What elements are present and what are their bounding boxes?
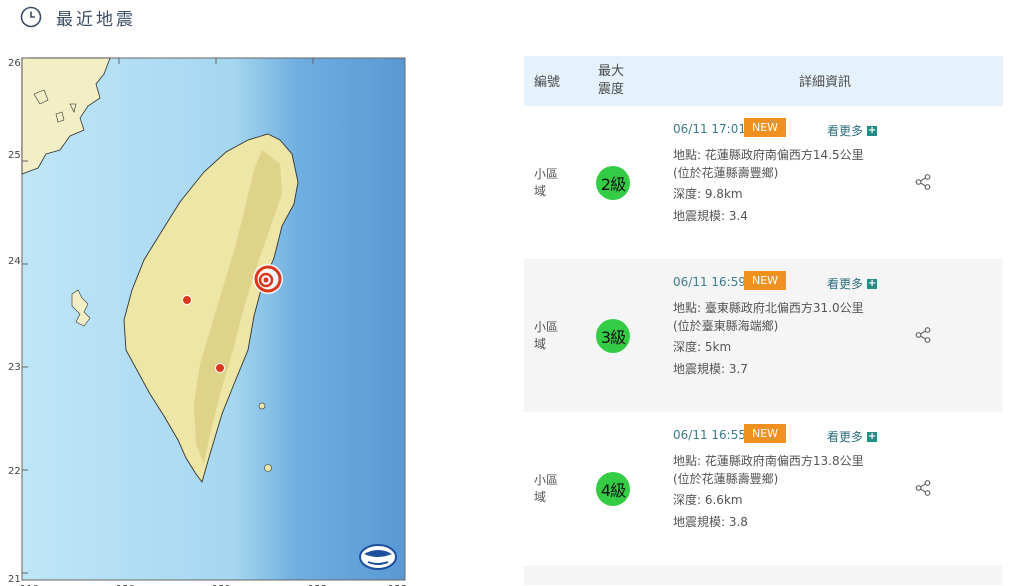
table-row-partial[interactable] xyxy=(524,565,1003,585)
lat-label: 23 xyxy=(8,362,21,373)
new-badge: NEW xyxy=(744,424,786,443)
page-title: 最近地震 xyxy=(56,9,136,30)
new-badge: NEW xyxy=(744,271,786,290)
magnitude: 地震規模: 3.8 xyxy=(673,514,748,529)
share-icon[interactable] xyxy=(914,326,932,344)
area-label: 小區域 xyxy=(534,473,559,504)
lat-label: 22 xyxy=(8,466,21,477)
plus-icon[interactable]: + xyxy=(867,431,878,442)
quake-detail: 地點: 花蓮縣政府南偏西方13.8公里 (位於花蓮縣壽豐鄉) 深度: 6.6km… xyxy=(673,453,873,531)
table-row[interactable]: 小區域 4級 06/11 16:55 NEW 看更多 + 地點: 花蓮縣政府南偏西… xyxy=(524,412,1003,565)
quake-time: 06/11 17:01 xyxy=(673,122,746,136)
area-label: 小區域 xyxy=(534,167,559,198)
plus-icon[interactable]: + xyxy=(867,125,878,136)
plus-icon[interactable]: + xyxy=(867,278,878,289)
more-link[interactable]: 看更多 + xyxy=(827,275,878,292)
quake-time: 06/11 16:55 xyxy=(673,428,746,442)
more-label[interactable]: 看更多 xyxy=(827,275,863,292)
location-sub: (位於花蓮縣壽豐鄉) xyxy=(673,165,779,180)
lat-label: 25 xyxy=(8,150,21,161)
magnitude: 地震規模: 3.7 xyxy=(673,361,748,376)
epicenter-marker[interactable] xyxy=(215,363,225,373)
location: 地點: 臺東縣政府北偏西方31.0公里 xyxy=(673,301,864,315)
intensity-badge: 3級 xyxy=(596,319,630,353)
area-label: 小區域 xyxy=(534,320,559,351)
depth: 深度: 5km xyxy=(673,340,732,354)
new-badge: NEW xyxy=(744,118,786,137)
depth: 深度: 9.8km xyxy=(673,187,743,201)
location: 地點: 花蓮縣政府南偏西方13.8公里 xyxy=(673,454,864,468)
earthquake-map[interactable]: 26 25 24 23 22 21 119 120 121 122 123 xyxy=(0,54,412,586)
earthquake-table: 編號 最大震度 詳細資訊 小區域 2級 06/11 17:01 NEW 看更多 +… xyxy=(524,56,1003,585)
more-link[interactable]: 看更多 + xyxy=(827,428,878,445)
intensity-badge: 4級 xyxy=(596,472,630,506)
clock-icon xyxy=(20,6,42,28)
intensity-badge: 2級 xyxy=(596,166,630,200)
header-id: 編號 xyxy=(534,75,561,90)
location-sub: (位於花蓮縣壽豐鄉) xyxy=(673,471,779,486)
share-icon[interactable] xyxy=(914,479,932,497)
table-header: 編號 最大震度 詳細資訊 xyxy=(524,56,1003,106)
depth: 深度: 6.6km xyxy=(673,493,743,507)
magnitude: 地震規模: 3.4 xyxy=(673,208,748,223)
table-row[interactable]: 小區域 2級 06/11 17:01 NEW 看更多 + 地點: 花蓮縣政府南偏西… xyxy=(524,106,1003,259)
header-max-intensity: 最大震度 xyxy=(598,64,625,97)
lat-label: 21 xyxy=(8,574,21,585)
location-sub: (位於臺東縣海端鄉) xyxy=(673,318,779,333)
more-label[interactable]: 看更多 xyxy=(827,428,863,445)
table-row[interactable]: 小區域 3級 06/11 16:59 NEW 看更多 + 地點: 臺東縣政府北偏西… xyxy=(524,259,1003,412)
header-details: 詳細資訊 xyxy=(799,75,852,90)
quake-time: 06/11 16:59 xyxy=(673,275,746,289)
cwa-logo xyxy=(359,544,397,570)
epicenter-marker[interactable] xyxy=(182,295,192,305)
more-link[interactable]: 看更多 + xyxy=(827,122,878,139)
epicenter-marker-latest[interactable] xyxy=(253,264,283,294)
quake-detail: 地點: 臺東縣政府北偏西方31.0公里 (位於臺東縣海端鄉) 深度: 5km 地… xyxy=(673,300,873,378)
quake-detail: 地點: 花蓮縣政府南偏西方14.5公里 (位於花蓮縣壽豐鄉) 深度: 9.8km… xyxy=(673,147,873,225)
lat-label: 24 xyxy=(8,256,21,267)
section-header: 最近地震 xyxy=(20,4,136,30)
share-icon[interactable] xyxy=(914,173,932,191)
lat-label: 26 xyxy=(8,58,21,69)
location: 地點: 花蓮縣政府南偏西方14.5公里 xyxy=(673,148,864,162)
more-label[interactable]: 看更多 xyxy=(827,122,863,139)
